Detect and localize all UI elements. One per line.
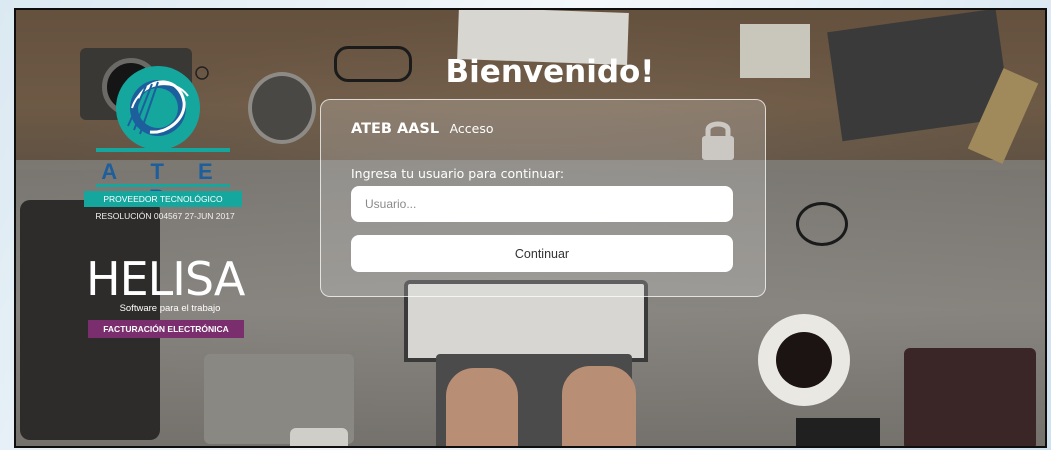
card-brand: ATEB AASL bbox=[351, 121, 440, 137]
left-hand-decoration bbox=[446, 368, 518, 446]
mug-decoration bbox=[248, 72, 316, 144]
helisa-product-band: FACTURACIÓN ELECTRÓNICA bbox=[88, 320, 244, 338]
phone-decoration bbox=[290, 428, 348, 446]
wallet-decoration bbox=[796, 418, 880, 446]
helisa-tagline: Software para el trabajo bbox=[119, 303, 221, 314]
card-header: ATEB AASL Acceso bbox=[351, 120, 494, 140]
continue-button[interactable]: Continuar bbox=[351, 235, 733, 272]
folio-decoration bbox=[904, 348, 1036, 446]
right-hand-decoration bbox=[562, 366, 636, 446]
lock-icon bbox=[702, 121, 734, 160]
login-card: ATEB AASL Acceso Ingresa tu usuario para… bbox=[320, 99, 766, 297]
ateb-provider-band: PROVEEDOR TECNOLÓGICO bbox=[84, 191, 242, 207]
page-title: Bienvenido! bbox=[445, 54, 655, 90]
card-section-label: Acceso bbox=[449, 121, 494, 136]
ateb-resolution-text: RESOLUCIÓN 004567 27-JUN 2017 bbox=[95, 211, 235, 221]
earbuds-decoration bbox=[796, 202, 848, 246]
coffee-decoration bbox=[776, 332, 832, 388]
login-prompt: Ingresa tu usuario para continuar: bbox=[351, 166, 565, 181]
username-input[interactable] bbox=[351, 186, 733, 222]
helisa-wordmark: HELISA bbox=[86, 252, 245, 306]
glasses-decoration bbox=[334, 46, 412, 82]
notebook-decoration bbox=[740, 24, 810, 78]
page-background: A T E B PROVEEDOR TECNOLÓGICO RESOLUCIÓN… bbox=[0, 0, 1051, 450]
